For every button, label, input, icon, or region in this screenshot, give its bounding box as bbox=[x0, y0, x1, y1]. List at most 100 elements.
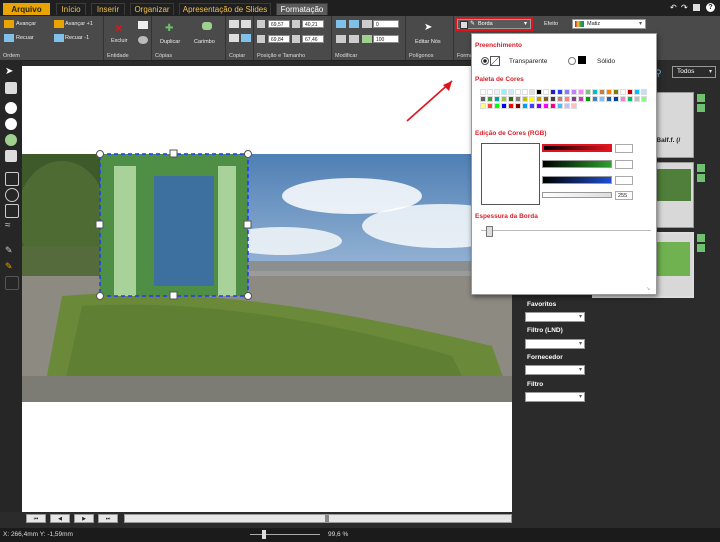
flip-vertical-icon[interactable] bbox=[349, 20, 359, 28]
delete-button[interactable]: Excluir bbox=[111, 38, 128, 44]
palette-swatch[interactable] bbox=[578, 96, 584, 102]
palette-swatch[interactable] bbox=[480, 96, 486, 102]
fill-solid-radio[interactable] bbox=[568, 57, 576, 65]
palette-swatch[interactable] bbox=[592, 89, 598, 95]
palette-swatch[interactable] bbox=[515, 103, 521, 109]
palette-swatch[interactable] bbox=[613, 96, 619, 102]
filter-dropdown[interactable] bbox=[525, 392, 585, 402]
palette-swatch[interactable] bbox=[599, 96, 605, 102]
last-slide-button[interactable]: ⏭ bbox=[98, 514, 118, 523]
palette-swatch[interactable] bbox=[550, 89, 556, 95]
circle-tool-icon[interactable] bbox=[5, 118, 17, 130]
redo-icon[interactable]: ↷ bbox=[681, 3, 688, 12]
green-circle-tool-icon[interactable] bbox=[5, 134, 17, 146]
palette-swatch[interactable] bbox=[564, 96, 570, 102]
palette-swatch[interactable] bbox=[529, 89, 535, 95]
pen-tool-icon[interactable]: ✎ bbox=[5, 244, 17, 256]
palette-swatch[interactable] bbox=[494, 103, 500, 109]
brush-tool-icon[interactable]: ✎ bbox=[5, 260, 17, 272]
palette-swatch[interactable] bbox=[480, 89, 486, 95]
palette-swatch[interactable] bbox=[501, 89, 507, 95]
palette-swatch[interactable] bbox=[620, 89, 626, 95]
first-slide-button[interactable]: ⏮ bbox=[26, 514, 46, 523]
palette-swatch[interactable] bbox=[487, 103, 493, 109]
copy-format-icon[interactable] bbox=[229, 20, 239, 28]
paste-size-icon[interactable] bbox=[241, 34, 251, 42]
palette-swatch[interactable] bbox=[522, 96, 528, 102]
opacity-field[interactable]: 100 bbox=[373, 35, 399, 43]
crop-icon[interactable] bbox=[349, 35, 359, 43]
zoom-slider-thumb[interactable] bbox=[262, 530, 266, 539]
palette-swatch[interactable] bbox=[627, 96, 633, 102]
palette-swatch[interactable] bbox=[634, 96, 640, 102]
blue-value-field[interactable] bbox=[615, 176, 633, 185]
copy-size-icon[interactable] bbox=[229, 34, 239, 42]
back-button[interactable]: Recuar bbox=[16, 35, 34, 41]
border-thickness-slider[interactable] bbox=[486, 226, 493, 237]
tab-arquivo[interactable]: Arquivo bbox=[3, 3, 50, 15]
flip-horizontal-icon[interactable] bbox=[336, 20, 346, 28]
palette-swatch[interactable] bbox=[501, 96, 507, 102]
supplier-dropdown[interactable] bbox=[525, 365, 585, 375]
image-tool-icon[interactable] bbox=[5, 150, 17, 162]
zoom-in-icon[interactable] bbox=[697, 164, 705, 172]
palette-swatch[interactable] bbox=[585, 89, 591, 95]
tab-apresentacao[interactable]: Apresentação de Slides bbox=[179, 3, 271, 15]
palette-swatch[interactable] bbox=[508, 96, 514, 102]
select-tool-icon[interactable] bbox=[5, 82, 17, 94]
filter-lnd-dropdown[interactable] bbox=[525, 339, 585, 349]
green-slider[interactable] bbox=[542, 160, 612, 168]
palette-swatch[interactable] bbox=[515, 89, 521, 95]
palette-swatch[interactable] bbox=[571, 103, 577, 109]
palette-swatch[interactable] bbox=[508, 103, 514, 109]
ellipse-tool-icon[interactable] bbox=[5, 102, 17, 114]
advance-button[interactable]: Avançar bbox=[16, 21, 36, 27]
add-clip-icon[interactable] bbox=[697, 244, 705, 252]
palette-swatch[interactable] bbox=[494, 96, 500, 102]
stamp-button[interactable]: Carimbo bbox=[194, 39, 215, 45]
palette-swatch[interactable] bbox=[564, 103, 570, 109]
palette-swatch[interactable] bbox=[557, 103, 563, 109]
advance-one-button[interactable]: Avançar +1 bbox=[65, 21, 93, 27]
horizontal-scrollbar[interactable] bbox=[124, 514, 512, 523]
duplicate-button[interactable]: Duplicar bbox=[160, 39, 180, 45]
palette-swatch[interactable] bbox=[543, 89, 549, 95]
palette-swatch[interactable] bbox=[536, 89, 542, 95]
tab-organizar[interactable]: Organizar bbox=[130, 3, 174, 15]
palette-swatch[interactable] bbox=[536, 103, 542, 109]
resize-grip-icon[interactable]: ↘ bbox=[646, 286, 652, 292]
width-field[interactable]: 40,21 bbox=[302, 20, 324, 28]
add-clip-icon[interactable] bbox=[697, 174, 705, 182]
green-value-field[interactable] bbox=[615, 160, 633, 169]
palette-swatch[interactable] bbox=[522, 89, 528, 95]
tab-formatacao[interactable]: Formatação bbox=[276, 3, 328, 15]
palette-swatch[interactable] bbox=[515, 96, 521, 102]
polygon-tool-icon[interactable] bbox=[5, 204, 19, 218]
palette-swatch[interactable] bbox=[564, 89, 570, 95]
pointer-tool-icon[interactable]: ➤ bbox=[5, 66, 17, 78]
effect-dropdown[interactable]: Matiz ▾ bbox=[572, 19, 646, 29]
color-tool-icon[interactable] bbox=[5, 276, 19, 290]
palette-swatch[interactable] bbox=[641, 89, 647, 95]
undo-icon[interactable]: ↶ bbox=[670, 3, 677, 12]
palette-swatch[interactable] bbox=[508, 89, 514, 95]
rotation-angle-field[interactable]: 0 bbox=[373, 20, 399, 28]
palette-swatch[interactable] bbox=[543, 96, 549, 102]
palette-swatch[interactable] bbox=[487, 89, 493, 95]
palette-swatch[interactable] bbox=[585, 96, 591, 102]
palette-swatch[interactable] bbox=[550, 103, 556, 109]
palette-swatch[interactable] bbox=[627, 89, 633, 95]
palette-swatch[interactable] bbox=[634, 89, 640, 95]
palette-swatch[interactable] bbox=[494, 89, 500, 95]
blue-slider[interactable] bbox=[542, 176, 612, 184]
palette-swatch[interactable] bbox=[571, 96, 577, 102]
height-field[interactable]: 67,46 bbox=[302, 35, 324, 43]
back-one-button[interactable]: Recuar -1 bbox=[65, 35, 89, 41]
palette-swatch[interactable] bbox=[522, 103, 528, 109]
y-position-field[interactable]: 69,84 bbox=[268, 35, 290, 43]
palette-swatch[interactable] bbox=[606, 89, 612, 95]
red-value-field[interactable] bbox=[615, 144, 633, 153]
help-icon[interactable]: ? bbox=[706, 3, 715, 12]
border-dropdown[interactable]: ✎ Borda ▾ bbox=[457, 19, 531, 29]
save-icon[interactable] bbox=[693, 4, 700, 11]
